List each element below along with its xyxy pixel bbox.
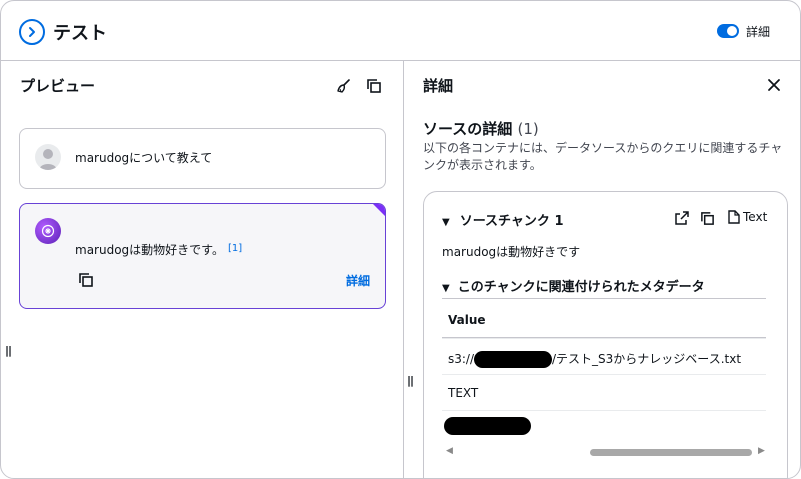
details-title: 詳細 bbox=[423, 77, 454, 95]
ai-avatar-icon bbox=[35, 218, 61, 244]
ai-detail-link[interactable]: 詳細 bbox=[346, 272, 370, 289]
metadata-title[interactable]: ▼ このチャンクに関連付けられたメタデータ bbox=[442, 276, 705, 295]
table-row bbox=[442, 410, 766, 446]
header: テスト 詳細 bbox=[1, 1, 800, 61]
metadata-title-text: このチャンクに関連付けられたメタデータ bbox=[457, 280, 705, 295]
source-details-heading: ソースの詳細 (1) bbox=[423, 118, 539, 139]
chevron-right-circle-icon[interactable] bbox=[19, 19, 45, 45]
page-title: テスト bbox=[53, 23, 107, 44]
chunk-title[interactable]: ▼ ソースチャンク 1 bbox=[442, 210, 564, 229]
redaction-mark bbox=[474, 351, 553, 368]
file-icon bbox=[728, 210, 740, 224]
details-toggle[interactable] bbox=[717, 24, 739, 38]
table-row: TEXT bbox=[442, 374, 766, 410]
details-toggle-label: 詳細 bbox=[746, 25, 771, 39]
uri-suffix: /テスト_S3からナレッジベース.txt bbox=[552, 352, 742, 366]
citation-link[interactable]: [1] bbox=[228, 243, 242, 254]
copy-icon[interactable] bbox=[365, 77, 383, 95]
caret-down-icon: ▼ bbox=[442, 283, 450, 294]
drag-handle-icon[interactable]: || bbox=[5, 344, 12, 357]
table-cell-type: TEXT bbox=[448, 386, 479, 400]
user-message-card: marudogについて教えて bbox=[19, 128, 386, 189]
uri-prefix: s3:// bbox=[448, 352, 475, 366]
metadata-table: Value s3:// /テスト_S3からナレッジベース.txt TEXT bbox=[442, 298, 766, 446]
details-pane: 詳細 ソースの詳細 (1) 以下の各コンテナには、データソースからのクエリに関連… bbox=[404, 61, 800, 478]
table-cell-redacted bbox=[444, 417, 531, 435]
ai-message-body: marudogは動物好きです。 bbox=[75, 243, 224, 257]
user-avatar-icon bbox=[35, 144, 61, 170]
horizontal-scrollbar[interactable]: ◀ ▶ bbox=[446, 446, 766, 458]
app-window: テスト 詳細 プレビュー marudogについて教えて marudogは動物好き… bbox=[0, 0, 801, 479]
user-message-text: marudogについて教えて bbox=[75, 151, 213, 165]
source-chunk-card: ▼ ソースチャンク 1 Text marudogは動物好きです ▼ このチャンクに関… bbox=[423, 191, 788, 478]
broom-icon[interactable] bbox=[335, 77, 353, 95]
ai-card-corner bbox=[373, 204, 385, 216]
drag-handle-icon[interactable]: || bbox=[407, 374, 414, 387]
scroll-right-icon[interactable]: ▶ bbox=[758, 446, 765, 456]
table-header-row: Value bbox=[442, 298, 766, 338]
source-details-description: 以下の各コンテナには、データソースからのクエリに関連するチャンクが表示されます。 bbox=[423, 141, 783, 172]
table-cell-uri: s3:// /テスト_S3からナレッジベース.txt bbox=[448, 350, 741, 368]
chunk-text: marudogは動物好きです bbox=[442, 245, 581, 259]
caret-down-icon: ▼ bbox=[442, 217, 450, 228]
close-icon[interactable] bbox=[765, 76, 783, 94]
text-view-label: Text bbox=[743, 210, 768, 224]
external-link-icon[interactable] bbox=[674, 210, 690, 226]
copy-icon[interactable] bbox=[78, 272, 94, 292]
source-details-title: ソースの詳細 bbox=[423, 120, 513, 138]
text-view-button[interactable]: Text bbox=[728, 210, 767, 224]
chunk-title-text: ソースチャンク 1 bbox=[459, 214, 564, 229]
copy-icon[interactable] bbox=[699, 210, 715, 226]
table-row: s3:// /テスト_S3からナレッジベース.txt bbox=[442, 338, 766, 374]
source-count: (1) bbox=[517, 120, 539, 138]
scroll-left-icon[interactable]: ◀ bbox=[446, 446, 453, 456]
preview-pane: プレビュー marudogについて教えて marudogは動物好きです。 [1] bbox=[1, 61, 404, 478]
redaction-mark bbox=[444, 417, 531, 435]
ai-message-card: marudogは動物好きです。 [1] 詳細 bbox=[19, 203, 386, 309]
scrollbar-thumb[interactable] bbox=[590, 449, 752, 456]
toggle-knob bbox=[727, 26, 737, 36]
ai-message-text: marudogは動物好きです。 [1] bbox=[75, 241, 242, 258]
table-header-value: Value bbox=[448, 313, 486, 327]
preview-title: プレビュー bbox=[20, 77, 96, 95]
